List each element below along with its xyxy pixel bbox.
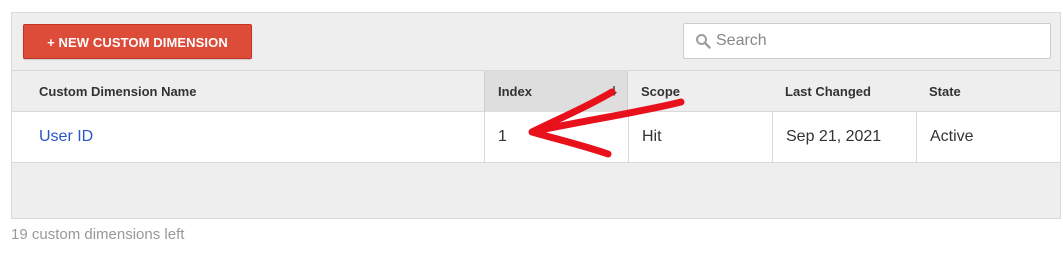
column-header-index-label: Index (498, 84, 532, 99)
table-row: User ID 1 Hit Sep 21, 2021 Active (12, 112, 1060, 163)
new-custom-dimension-button[interactable]: + NEW CUSTOM DIMENSION (23, 24, 252, 59)
custom-dimensions-panel: + NEW CUSTOM DIMENSION Custom Dimension … (11, 12, 1061, 219)
cell-last-changed: Sep 21, 2021 (772, 112, 916, 162)
column-header-last-changed[interactable]: Last Changed (772, 71, 916, 112)
column-header-name[interactable]: Custom Dimension Name (26, 71, 484, 112)
search-box[interactable] (683, 23, 1051, 59)
cell-index: 1 (484, 112, 628, 162)
dimension-name-link[interactable]: User ID (39, 128, 93, 145)
column-header-state[interactable]: State (916, 71, 1060, 112)
table-header: Custom Dimension Name Index Scope Last C… (12, 70, 1060, 112)
cell-name: User ID (26, 112, 484, 162)
column-header-index[interactable]: Index (484, 71, 628, 112)
cell-scope: Hit (628, 112, 772, 162)
search-input[interactable] (716, 24, 1041, 58)
dimensions-table: Custom Dimension Name Index Scope Last C… (12, 70, 1060, 163)
search-icon (696, 34, 711, 49)
column-header-scope[interactable]: Scope (628, 71, 772, 112)
sort-descending-icon (611, 86, 617, 96)
cell-state: Active (916, 112, 1060, 162)
remaining-dimensions-text: 19 custom dimensions left (11, 226, 185, 243)
toolbar: + NEW CUSTOM DIMENSION (12, 13, 1060, 71)
